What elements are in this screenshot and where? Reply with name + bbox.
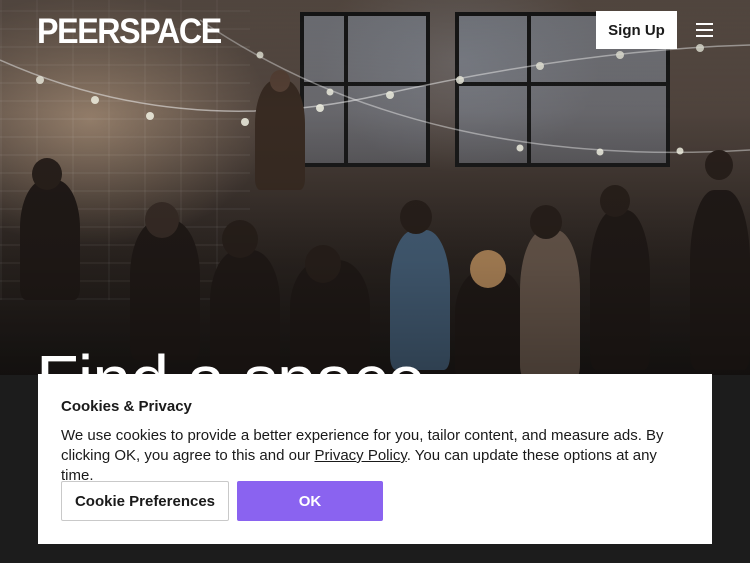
menu-bar <box>695 29 713 31</box>
sign-up-button[interactable]: Sign Up <box>596 11 677 49</box>
hero-overlay <box>0 0 750 375</box>
cookie-actions: Cookie Preferences OK <box>61 481 383 521</box>
menu-bar <box>695 35 713 37</box>
cookie-banner-text: We use cookies to provide a better exper… <box>61 426 686 486</box>
menu-bar <box>695 23 713 25</box>
privacy-policy-link[interactable]: Privacy Policy <box>314 447 406 464</box>
cookie-banner-title: Cookies & Privacy <box>61 398 192 415</box>
page: PEERSPACE Sign Up Find a space Cookies &… <box>0 0 750 563</box>
hamburger-menu-icon[interactable] <box>690 17 718 43</box>
hero-image <box>0 0 750 375</box>
peerspace-logo[interactable]: PEERSPACE <box>37 12 222 52</box>
ok-button[interactable]: OK <box>237 481 383 521</box>
cookie-preferences-button[interactable]: Cookie Preferences <box>61 481 229 521</box>
cookie-banner: Cookies & Privacy We use cookies to prov… <box>38 374 712 544</box>
